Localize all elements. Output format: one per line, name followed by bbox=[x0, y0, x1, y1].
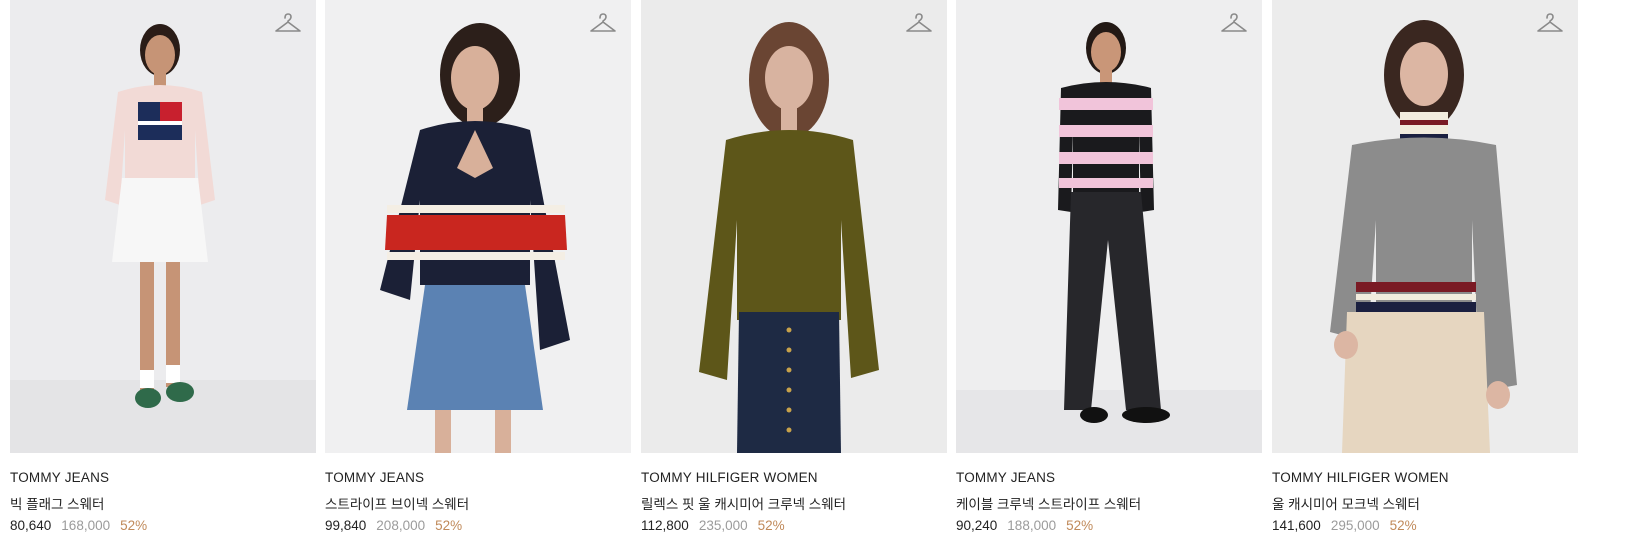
price-row: 90,240 188,000 52% bbox=[956, 518, 1093, 533]
product-card[interactable]: TOMMY HILFIGER WOMEN 릴렉스 핏 울 캐시미어 크루넥 스웨… bbox=[641, 0, 947, 546]
model-photo bbox=[325, 0, 631, 453]
discount-rate: 52% bbox=[757, 518, 785, 533]
wishlist-button[interactable] bbox=[905, 12, 933, 36]
price-row: 99,840 208,000 52% bbox=[325, 518, 462, 533]
sale-price: 80,640 bbox=[10, 518, 52, 533]
product-name[interactable]: 울 캐시미어 모크넥 스웨터 bbox=[1272, 493, 1420, 513]
product-image[interactable] bbox=[1272, 0, 1578, 453]
wishlist-button[interactable] bbox=[589, 12, 617, 36]
sale-price: 141,600 bbox=[1272, 518, 1321, 533]
product-card[interactable]: TOMMY JEANS 케이블 크루넥 스트라이프 스웨터 90,240 188,… bbox=[956, 0, 1262, 546]
hanger-icon bbox=[1221, 13, 1247, 32]
wishlist-button[interactable] bbox=[1220, 12, 1248, 36]
product-brand[interactable]: TOMMY HILFIGER WOMEN bbox=[641, 470, 818, 485]
product-brand[interactable]: TOMMY HILFIGER WOMEN bbox=[1272, 470, 1449, 485]
original-price: 208,000 bbox=[376, 518, 426, 533]
original-price: 168,000 bbox=[61, 518, 111, 533]
product-name[interactable]: 케이블 크루넥 스트라이프 스웨터 bbox=[956, 493, 1141, 513]
discount-rate: 52% bbox=[1389, 518, 1417, 533]
hanger-icon bbox=[590, 13, 616, 32]
original-price: 295,000 bbox=[1330, 518, 1380, 533]
model-photo bbox=[1272, 0, 1578, 453]
sale-price: 90,240 bbox=[956, 518, 998, 533]
discount-rate: 52% bbox=[435, 518, 463, 533]
model-photo bbox=[956, 0, 1262, 453]
hanger-icon bbox=[275, 13, 301, 32]
product-card[interactable]: TOMMY HILFIGER WOMEN 울 캐시미어 모크넥 스웨터 141,… bbox=[1272, 0, 1578, 546]
wishlist-button[interactable] bbox=[1536, 12, 1564, 36]
model-photo bbox=[641, 0, 947, 453]
wishlist-button[interactable] bbox=[274, 12, 302, 36]
product-name[interactable]: 빅 플래그 스웨터 bbox=[10, 493, 104, 513]
product-image[interactable] bbox=[325, 0, 631, 453]
product-name[interactable]: 릴렉스 핏 울 캐시미어 크루넥 스웨터 bbox=[641, 493, 846, 513]
product-image[interactable] bbox=[956, 0, 1262, 453]
product-card[interactable]: TOMMY JEANS 빅 플래그 스웨터 80,640 168,000 52% bbox=[10, 0, 316, 546]
product-name[interactable]: 스트라이프 브이넥 스웨터 bbox=[325, 493, 469, 513]
product-brand[interactable]: TOMMY JEANS bbox=[10, 470, 109, 485]
price-row: 112,800 235,000 52% bbox=[641, 518, 785, 533]
sale-price: 112,800 bbox=[641, 518, 689, 533]
product-image[interactable] bbox=[641, 0, 947, 453]
discount-rate: 52% bbox=[120, 518, 148, 533]
product-image[interactable] bbox=[10, 0, 316, 453]
product-card[interactable]: TOMMY JEANS 스트라이프 브이넥 스웨터 99,840 208,000 5… bbox=[325, 0, 631, 546]
price-row: 80,640 168,000 52% bbox=[10, 518, 147, 533]
hanger-icon bbox=[1537, 13, 1563, 32]
discount-rate: 52% bbox=[1066, 518, 1094, 533]
product-brand[interactable]: TOMMY JEANS bbox=[956, 470, 1055, 485]
hanger-icon bbox=[906, 13, 932, 32]
original-price: 235,000 bbox=[698, 518, 748, 533]
product-brand[interactable]: TOMMY JEANS bbox=[325, 470, 424, 485]
price-row: 141,600 295,000 52% bbox=[1272, 518, 1417, 533]
model-photo bbox=[10, 0, 316, 453]
original-price: 188,000 bbox=[1007, 518, 1057, 533]
sale-price: 99,840 bbox=[325, 518, 367, 533]
product-grid: TOMMY JEANS 빅 플래그 스웨터 80,640 168,000 52% bbox=[0, 0, 1628, 546]
